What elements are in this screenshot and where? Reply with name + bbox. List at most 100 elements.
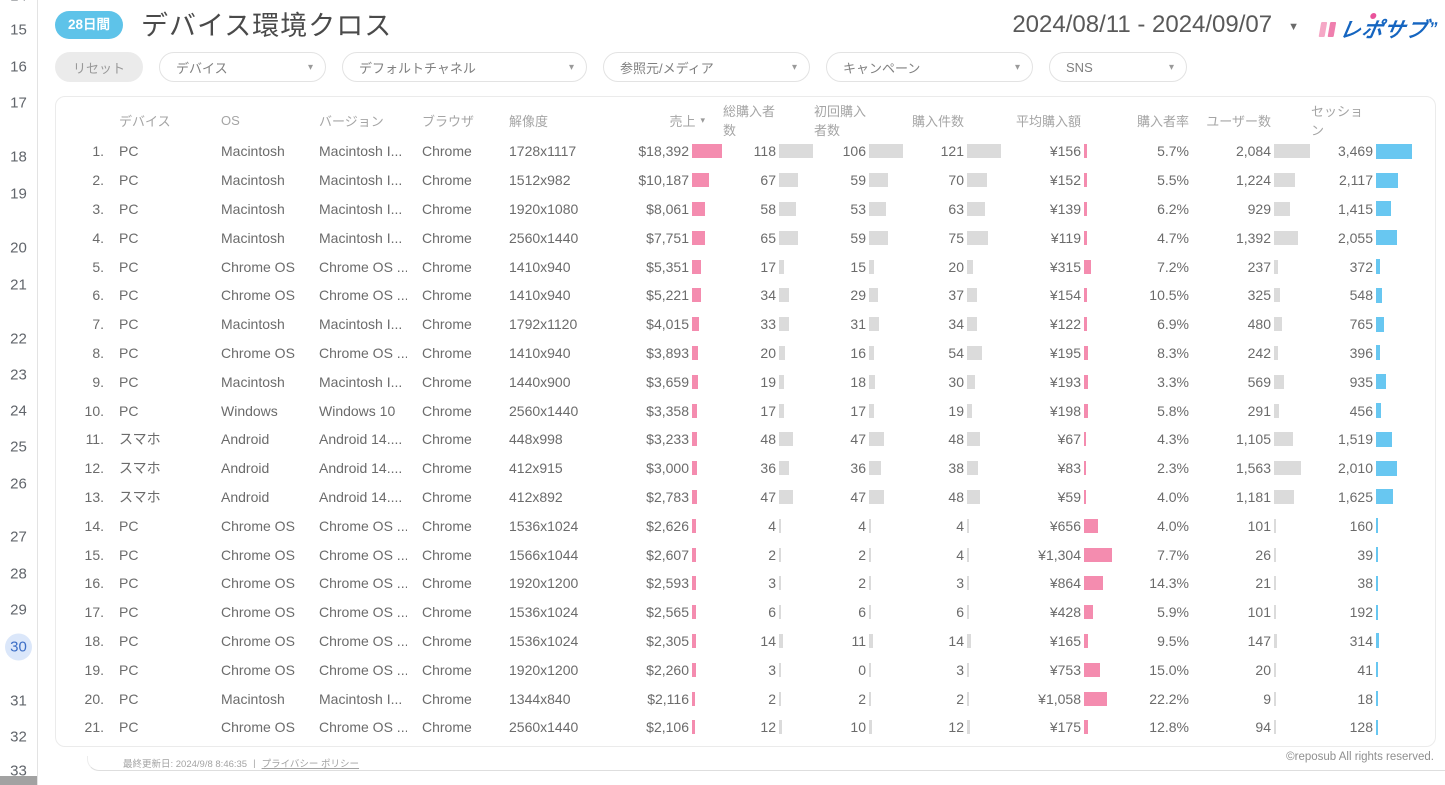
- gutter-row-24[interactable]: 24: [0, 398, 37, 425]
- gutter-row-17[interactable]: 17: [0, 90, 37, 117]
- gutter-row-26[interactable]: 26: [0, 471, 37, 498]
- gutter-row-14[interactable]: 14: [0, 0, 37, 10]
- table-row: 4.PCMacintoshMacintosh I...Chrome2560x14…: [68, 223, 1423, 252]
- cell-version: Macintosh I...: [304, 201, 407, 217]
- cell-buyer_rate: 8.3%: [1113, 345, 1189, 361]
- gutter-row-23[interactable]: 23: [0, 362, 37, 389]
- col-header-label: 解像度: [509, 111, 548, 130]
- cell-value: 3: [956, 575, 964, 591]
- cell-value: $8,061: [646, 201, 689, 217]
- gutter-row-18[interactable]: 18: [0, 144, 37, 171]
- cell-total_buyers: 2: [723, 691, 814, 707]
- col-header-label: 購入者率: [1137, 111, 1189, 130]
- cell-value: 48: [760, 431, 776, 447]
- cell-browser: Chrome: [407, 287, 494, 303]
- cell-value: 2: [768, 691, 776, 707]
- cell-value: 36: [760, 460, 776, 476]
- cell-value: 106: [843, 143, 866, 159]
- col-header-label: OS: [221, 113, 240, 128]
- cell-browser: Chrome: [407, 403, 494, 419]
- total_buyers-bar: [779, 576, 781, 590]
- cell-rank: 9.: [68, 374, 104, 390]
- cell-value: 38: [1357, 575, 1373, 591]
- cell-sessions: 1,625: [1311, 489, 1413, 505]
- reposub-logo[interactable]: レポサブ ”: [1317, 14, 1440, 44]
- cell-value: ¥864: [1050, 575, 1081, 591]
- gutter-row-28[interactable]: 28: [0, 561, 37, 588]
- cell-device: スマホ: [104, 458, 206, 478]
- cell-value: 47: [760, 489, 776, 505]
- cell-value: 15: [850, 259, 866, 275]
- gutter-row-21[interactable]: 21: [0, 272, 37, 299]
- cell-users: 569: [1189, 374, 1311, 390]
- avg_purchase-bar: [1084, 317, 1087, 331]
- filter-dropdown-referrer-media[interactable]: 参照元/メディア▾: [603, 52, 810, 82]
- cell-total_buyers: 33: [723, 316, 814, 332]
- total_buyers-bar: [779, 720, 782, 734]
- cell-device: PC: [104, 374, 206, 390]
- filter-dropdown-campaign[interactable]: キャンペーン▾: [826, 52, 1033, 82]
- cell-device: PC: [104, 201, 206, 217]
- cell-value: ¥154: [1050, 287, 1081, 303]
- users-bar: [1274, 173, 1295, 187]
- col-header-buyer_rate: 購入者率: [1113, 111, 1189, 130]
- cell-users: 1,224: [1189, 172, 1311, 188]
- filter-dropdown-sns[interactable]: SNS▾: [1049, 52, 1187, 82]
- cell-purchases: 3: [904, 662, 1002, 678]
- gutter-row-30[interactable]: 30: [0, 634, 37, 661]
- col-header-sales[interactable]: 売上▾: [614, 111, 723, 130]
- users-bar: [1274, 346, 1278, 360]
- first_buyers-bar: [869, 202, 886, 216]
- footer-meta: 最終更新日: 2024/9/8 8:46:35 | プライバシー ポリシー: [123, 756, 359, 770]
- cell-os: Macintosh: [206, 172, 304, 188]
- col-header-label: デバイス: [119, 111, 171, 130]
- cell-value: 65: [760, 230, 776, 246]
- cell-users: 101: [1189, 518, 1311, 534]
- cell-avg_purchase: ¥139: [1002, 201, 1113, 217]
- filter-dropdown-device[interactable]: デバイス▾: [159, 52, 326, 82]
- cell-value: 291: [1248, 403, 1271, 419]
- cell-value: 39: [1357, 547, 1373, 563]
- cell-os: Windows: [206, 403, 304, 419]
- cell-purchases: 48: [904, 431, 1002, 447]
- cell-rank: 16.: [68, 575, 104, 591]
- date-range-selector[interactable]: 2024/08/11 - 2024/09/07 ▼: [1012, 11, 1299, 39]
- cell-rank: 4.: [68, 230, 104, 246]
- cell-total_buyers: 19: [723, 374, 814, 390]
- avg_purchase-bar: [1084, 404, 1088, 418]
- cell-version: Windows 10: [304, 403, 407, 419]
- cell-value: 19: [948, 403, 964, 419]
- cell-browser: Chrome: [407, 143, 494, 159]
- sessions-bar: [1376, 317, 1384, 332]
- gutter-row-15[interactable]: 15: [0, 17, 37, 44]
- cell-sales: $3,233: [614, 431, 723, 447]
- cell-os: Chrome OS: [206, 719, 304, 735]
- gutter-row-29[interactable]: 29: [0, 597, 37, 624]
- cell-value: 2,084: [1236, 143, 1271, 159]
- sales-bar: [692, 605, 696, 619]
- total_buyers-bar: [779, 346, 785, 360]
- first_buyers-bar: [869, 634, 873, 648]
- gutter-row-27[interactable]: 27: [0, 524, 37, 551]
- gutter-row-20[interactable]: 20: [0, 235, 37, 262]
- cell-version: Chrome OS ...: [304, 547, 407, 563]
- gutter-row-19[interactable]: 19: [0, 181, 37, 208]
- cell-first_buyers: 4: [814, 518, 904, 534]
- first_buyers-bar: [869, 317, 879, 331]
- privacy-policy-link[interactable]: プライバシー ポリシー: [262, 756, 359, 770]
- gutter-row-31[interactable]: 31: [0, 688, 37, 715]
- cell-users: 1,392: [1189, 230, 1311, 246]
- cell-avg_purchase: ¥193: [1002, 374, 1113, 390]
- gutter-row-25[interactable]: 25: [0, 434, 37, 461]
- cell-os: Macintosh: [206, 230, 304, 246]
- cell-rank: 17.: [68, 604, 104, 620]
- filter-dropdown-default-channel[interactable]: デフォルトチャネル▾: [342, 52, 587, 82]
- gutter-row-16[interactable]: 16: [0, 54, 37, 81]
- gutter-row-22[interactable]: 22: [0, 326, 37, 353]
- reset-button[interactable]: リセット: [55, 52, 143, 82]
- cell-purchases: 20: [904, 259, 1002, 275]
- purchases-bar: [967, 605, 969, 619]
- cell-sales: $2,260: [614, 662, 723, 678]
- gutter-row-32[interactable]: 32: [0, 724, 37, 751]
- page-title: デバイス環境クロス: [141, 4, 392, 43]
